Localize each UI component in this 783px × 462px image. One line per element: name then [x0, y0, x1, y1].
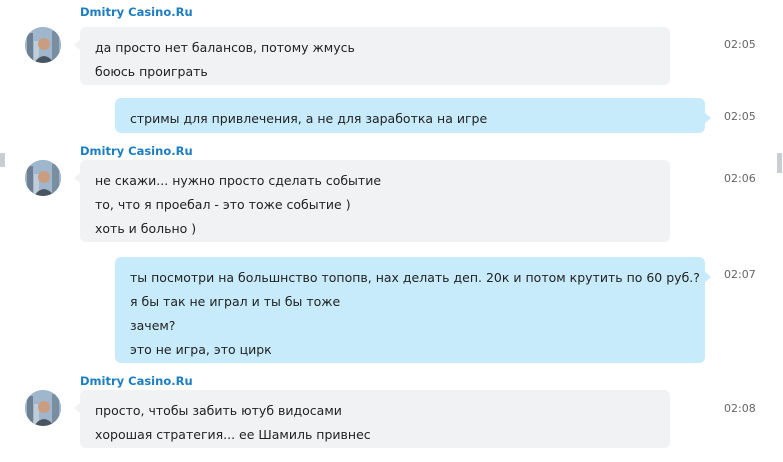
avatar-photo-icon [25, 390, 61, 426]
message-line: не скажи... нужно просто сделать событие [95, 173, 382, 188]
sender-name[interactable]: Dmitry Casino.Ru [80, 144, 193, 158]
message-time: 02:07 [724, 268, 756, 281]
left-edge-marker [0, 153, 5, 167]
message-time: 02:08 [724, 402, 756, 415]
message-line: хоть и больно ) [95, 221, 197, 236]
message-line: хорошая стратегия... ее Шамиль привнес [95, 427, 371, 442]
message-time: 02:06 [724, 172, 756, 185]
message-line: ты посмотри на большнство топопв, нах де… [130, 270, 700, 285]
message-bubble-incoming[interactable]: да просто нет балансов, потому жмусь бою… [74, 27, 670, 85]
message-line: да просто нет балансов, потому жмусь [95, 40, 355, 55]
message-bubble-outgoing[interactable]: стримы для привлечения, а не для заработ… [115, 98, 711, 133]
sender-name[interactable]: Dmitry Casino.Ru [80, 374, 193, 388]
message-line: зачем? [130, 318, 176, 333]
sender-name[interactable]: Dmitry Casino.Ru [80, 5, 193, 19]
message-time: 02:05 [724, 38, 756, 51]
avatar[interactable] [25, 27, 61, 63]
message-bubble-incoming[interactable]: просто, чтобы забить ютуб видосами хорош… [74, 390, 670, 448]
avatar-photo-icon [25, 160, 61, 196]
avatar[interactable] [25, 390, 61, 426]
message-line: боюсь проиграть [95, 64, 208, 79]
message-line: просто, чтобы забить ютуб видосами [95, 403, 342, 418]
avatar[interactable] [25, 160, 61, 196]
avatar-photo-icon [25, 27, 61, 63]
message-time: 02:05 [724, 110, 756, 123]
right-edge-marker [777, 153, 782, 173]
message-line: это не игра, это цирк [130, 342, 272, 357]
message-line: то, что я проебал - это тоже событие ) [95, 197, 351, 212]
message-bubble-incoming[interactable]: не скажи... нужно просто сделать событие… [74, 160, 670, 242]
message-line: стримы для привлечения, а не для заработ… [130, 111, 488, 126]
message-bubble-outgoing[interactable]: ты посмотри на большнство топопв, нах де… [115, 257, 711, 363]
message-line: я бы так не играл и ты бы тоже [130, 294, 341, 309]
